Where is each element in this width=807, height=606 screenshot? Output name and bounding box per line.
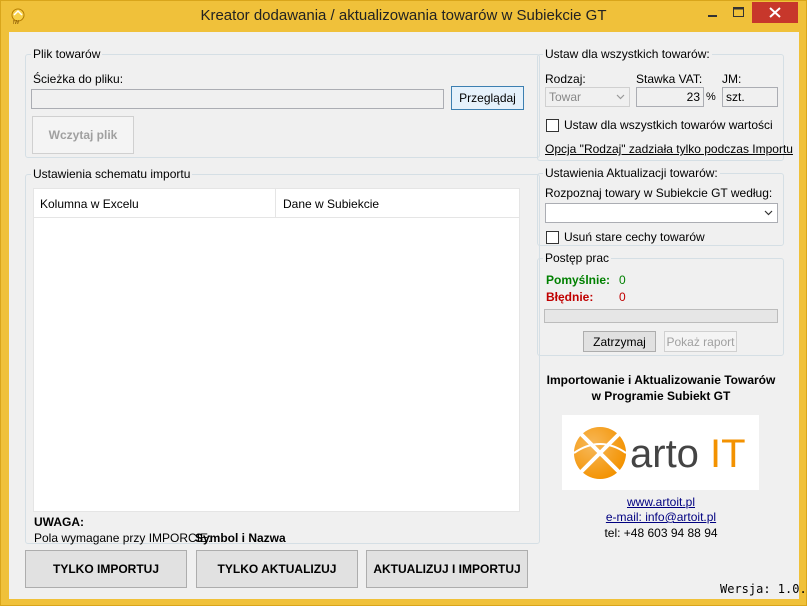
maximize-button[interactable] [725, 2, 751, 23]
all-products-group-title: Ustaw dla wszystkich towarów: [543, 47, 712, 61]
vat-label: Stawka VAT: [636, 72, 703, 86]
recognize-label: Rozpoznaj towary w Subiekcie GT według: [545, 186, 773, 200]
grid-header-subiekt-data[interactable]: Dane w Subiekcie [277, 189, 521, 218]
remove-features-checkbox[interactable] [546, 231, 559, 244]
grid-header: Kolumna w Excelu Dane w Subiekcie [34, 189, 519, 218]
update-only-button[interactable]: TYLKO AKTUALIZUJ [196, 550, 358, 588]
app-window: IW Kreator dodawania / aktualizowania to… [0, 0, 807, 606]
type-label: Rodzaj: [545, 72, 586, 86]
unit-input[interactable]: szt. [722, 87, 778, 107]
update-settings-group-title: Ustawienia Aktualizacji towarów: [543, 166, 720, 180]
vat-input[interactable]: 23 [636, 87, 704, 107]
success-label: Pomyślnie: [546, 273, 611, 287]
grid-header-excel-column[interactable]: Kolumna w Excelu [34, 189, 276, 218]
update-and-import-button[interactable]: AKTUALIZUJ I IMPORTUJ [366, 550, 528, 588]
type-note-link[interactable]: Opcja "Rodzaj" zadziała tylko podczas Im… [545, 142, 793, 156]
branding-headline-line2: w Programie Subiekt GT [591, 389, 731, 403]
recognize-select[interactable] [545, 203, 778, 223]
schema-group: Ustawienia schematu importu Kolumna w Ex… [25, 167, 540, 545]
warning-fields: Symbol i Nazwa [195, 531, 286, 545]
chevron-down-icon [761, 204, 775, 222]
logo-text-prefix: arto [630, 432, 699, 476]
logo-text-suffix: IT [710, 432, 746, 476]
success-count: 0 [619, 273, 626, 287]
browse-button[interactable]: Przeglądaj [451, 86, 524, 110]
type-select-value: Towar [549, 90, 582, 104]
show-report-button[interactable]: Pokaż raport [664, 331, 737, 352]
load-file-button[interactable]: Wczytaj plik [32, 116, 134, 154]
all-products-group: Ustaw dla wszystkich towarów: Rodzaj: To… [537, 47, 793, 161]
minimize-button[interactable] [699, 2, 725, 23]
unit-label: JM: [722, 72, 742, 86]
progress-group: Postęp prac Pomyślnie: 0 Błędnie: 0 Zatr… [537, 251, 784, 356]
stop-button[interactable]: Zatrzymaj [583, 331, 656, 352]
close-button[interactable] [752, 2, 798, 23]
warning-title: UWAGA: [34, 515, 84, 529]
type-select[interactable]: Towar [545, 87, 630, 107]
schema-group-title: Ustawienia schematu importu [31, 167, 193, 181]
close-icon [769, 7, 781, 18]
maximize-icon [733, 7, 744, 17]
file-path-input[interactable] [31, 89, 444, 109]
client-area: Plik towarów Ścieżka do pliku: Przegląda… [9, 32, 807, 599]
company-logo: arto IT [562, 415, 759, 490]
import-only-button[interactable]: TYLKO IMPORTUJ [25, 550, 187, 588]
warning-text: Pola wymagane przy IMPORCIE: [34, 531, 212, 545]
progress-group-title: Postęp prac [543, 251, 612, 265]
phone-number: tel: +48 603 94 88 94 [604, 526, 718, 540]
website-link[interactable]: www.artoit.pl [536, 495, 786, 509]
update-settings-group: Ustawienia Aktualizacji towarów: Rozpozn… [537, 166, 784, 246]
vat-percent-sign: % [706, 91, 716, 103]
window-title: Kreator dodawania / aktualizowania towar… [200, 7, 607, 24]
version-label: Wersja: 1.0.8 [720, 582, 807, 596]
artoit-logo-icon: arto IT [573, 427, 746, 479]
file-group: Plik towarów Ścieżka do pliku: Przegląda… [25, 47, 540, 158]
file-group-title: Plik towarów [31, 47, 103, 61]
mapping-grid[interactable]: Kolumna w Excelu Dane w Subiekcie [33, 188, 520, 512]
set-all-values-checkbox[interactable] [546, 119, 559, 132]
title-bar[interactable]: IW Kreator dodawania / aktualizowania to… [1, 1, 806, 33]
remove-features-label[interactable]: Usuń stare cechy towarów [564, 230, 705, 244]
error-label: Błędnie: [546, 290, 594, 304]
error-count: 0 [619, 290, 626, 304]
chevron-down-icon [613, 88, 627, 106]
branding-headline-line1: Importowanie i Aktualizowanie Towarów [546, 373, 776, 387]
path-label: Ścieżka do pliku: [33, 72, 124, 86]
minimize-icon [708, 15, 717, 17]
set-all-values-label[interactable]: Ustaw dla wszystkich towarów wartości [564, 118, 773, 132]
progress-bar [544, 309, 778, 323]
email-link[interactable]: e-mail: info@artoit.pl [536, 510, 786, 524]
